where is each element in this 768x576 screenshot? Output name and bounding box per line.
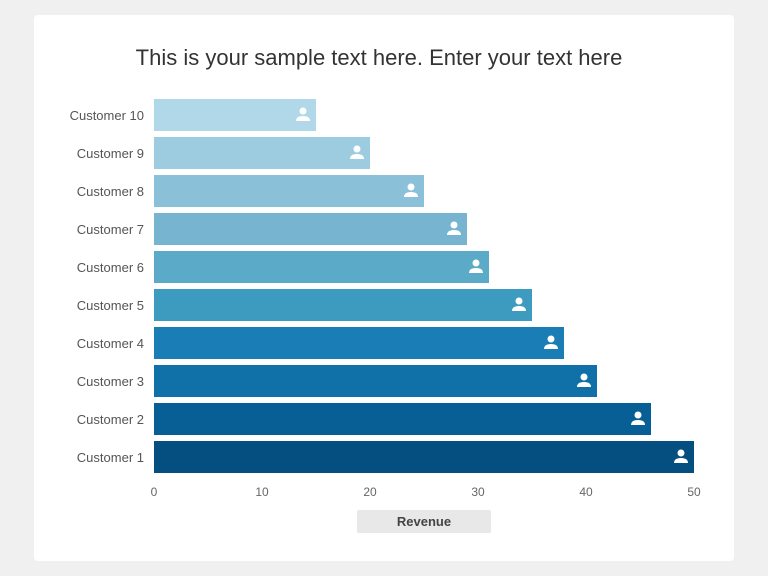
person-icon xyxy=(296,106,310,124)
bar-track xyxy=(154,213,694,245)
x-axis-container: 01020304050 xyxy=(64,485,694,509)
bar-fill xyxy=(154,175,424,207)
bar-label: Customer 7 xyxy=(64,222,154,237)
bar-fill xyxy=(154,213,467,245)
person-icon xyxy=(350,144,364,162)
bar-label: Customer 10 xyxy=(64,108,154,123)
x-axis-label-row: Revenue xyxy=(64,513,694,531)
bar-fill xyxy=(154,365,597,397)
person-icon xyxy=(577,372,591,390)
bar-label: Customer 3 xyxy=(64,374,154,389)
bar-fill xyxy=(154,99,316,131)
person-icon xyxy=(631,410,645,428)
chart-card: This is your sample text here. Enter you… xyxy=(34,15,734,561)
bar-track xyxy=(154,327,694,359)
bar-label: Customer 9 xyxy=(64,146,154,161)
x-tick-label: 40 xyxy=(579,485,592,499)
x-tick-label: 10 xyxy=(255,485,268,499)
bar-fill xyxy=(154,289,532,321)
bar-fill xyxy=(154,251,489,283)
person-icon xyxy=(674,448,688,466)
bar-row: Customer 5 xyxy=(64,289,694,321)
bar-track xyxy=(154,99,694,131)
bar-row: Customer 8 xyxy=(64,175,694,207)
x-tick-label: 50 xyxy=(687,485,700,499)
person-icon xyxy=(447,220,461,238)
x-axis: 01020304050 xyxy=(154,485,694,509)
bar-row: Customer 6 xyxy=(64,251,694,283)
bar-row: Customer 7 xyxy=(64,213,694,245)
bar-fill xyxy=(154,441,694,473)
bar-label: Customer 5 xyxy=(64,298,154,313)
bar-row: Customer 4 xyxy=(64,327,694,359)
person-icon xyxy=(512,296,526,314)
bar-track xyxy=(154,137,694,169)
bar-label: Customer 2 xyxy=(64,412,154,427)
bar-label: Customer 8 xyxy=(64,184,154,199)
bar-track xyxy=(154,289,694,321)
x-tick-label: 30 xyxy=(471,485,484,499)
x-tick-label: 0 xyxy=(151,485,158,499)
x-axis-label: Revenue xyxy=(154,513,694,531)
x-tick-label: 20 xyxy=(363,485,376,499)
bar-label: Customer 4 xyxy=(64,336,154,351)
bar-row: Customer 2 xyxy=(64,403,694,435)
bar-label: Customer 6 xyxy=(64,260,154,275)
bar-row: Customer 10 xyxy=(64,99,694,131)
x-axis-label-text: Revenue xyxy=(357,510,491,533)
chart-title: This is your sample text here. Enter you… xyxy=(64,45,694,71)
bar-track xyxy=(154,441,694,473)
bar-fill xyxy=(154,137,370,169)
person-icon xyxy=(544,334,558,352)
bar-track xyxy=(154,175,694,207)
bar-track xyxy=(154,365,694,397)
person-icon xyxy=(404,182,418,200)
bar-row: Customer 9 xyxy=(64,137,694,169)
chart-area: Customer 10 Customer 9 Customer 8 Custom… xyxy=(64,99,694,479)
bar-track xyxy=(154,251,694,283)
bar-row: Customer 1 xyxy=(64,441,694,473)
person-icon xyxy=(469,258,483,276)
bar-label: Customer 1 xyxy=(64,450,154,465)
bar-fill xyxy=(154,327,564,359)
bar-fill xyxy=(154,403,651,435)
bar-row: Customer 3 xyxy=(64,365,694,397)
bar-track xyxy=(154,403,694,435)
